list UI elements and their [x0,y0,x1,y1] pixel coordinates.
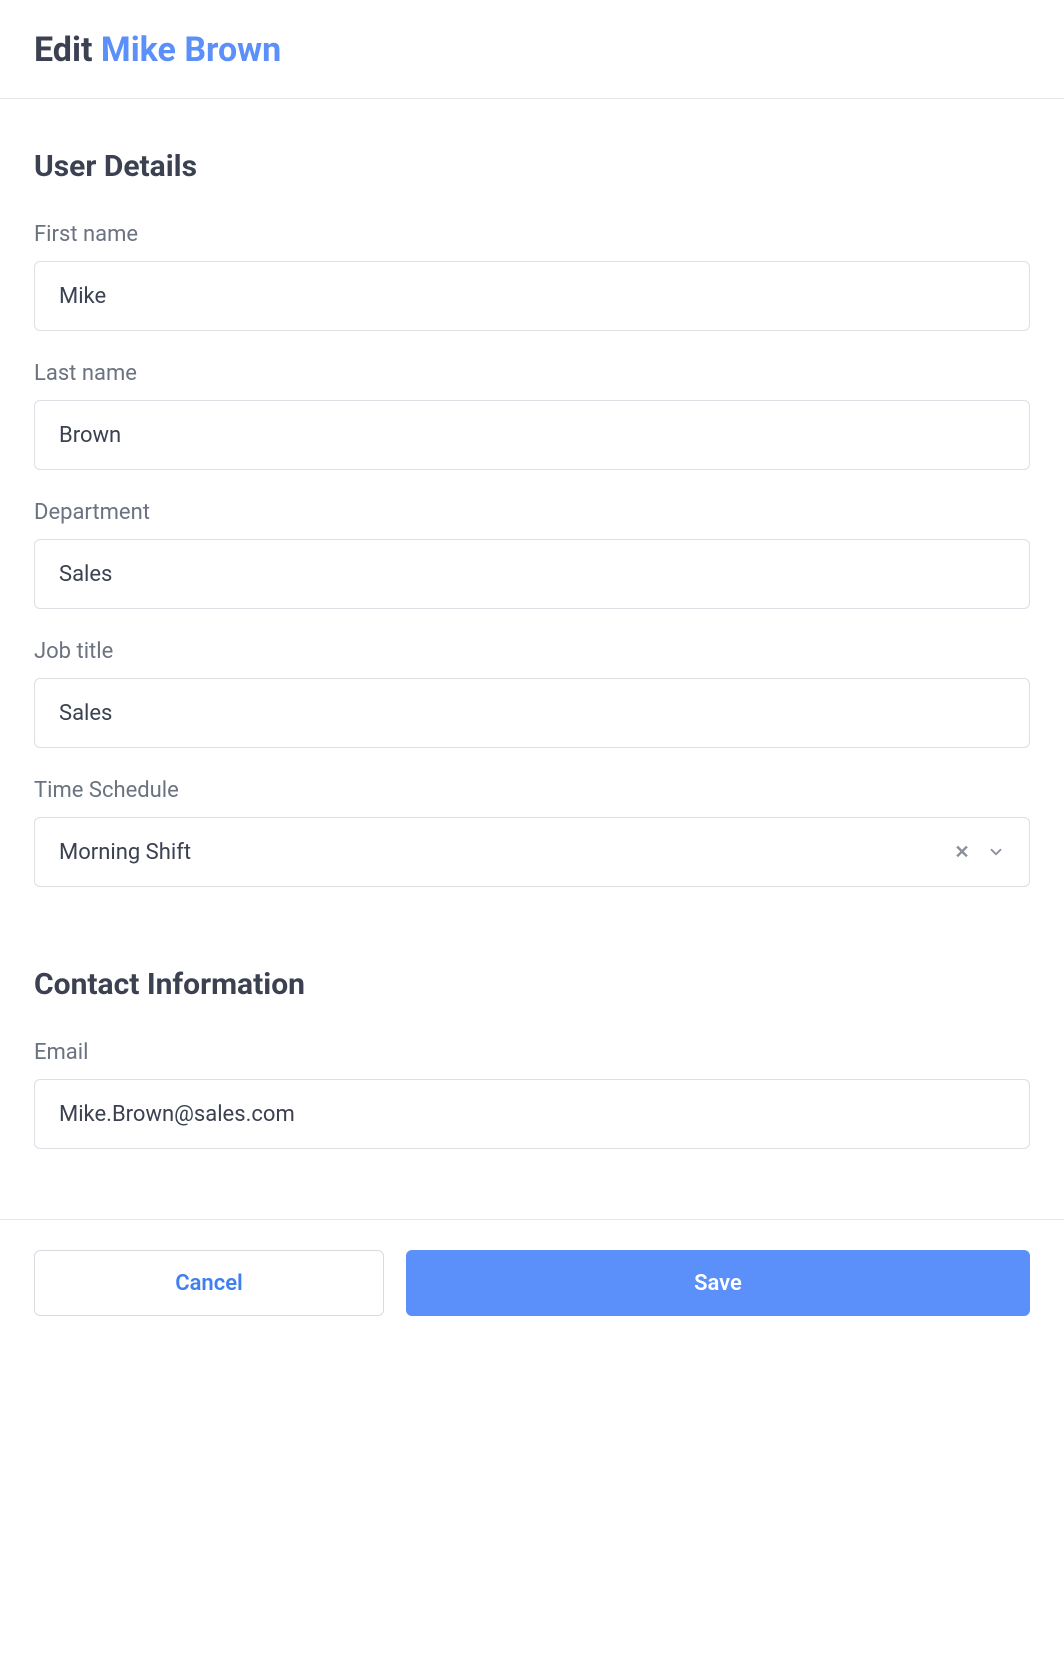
email-group: Email [34,1040,1030,1149]
job-title-input[interactable] [34,678,1030,748]
time-schedule-select[interactable]: Morning Shift [34,817,1030,887]
clear-icon[interactable]: ✕ [950,840,974,864]
title-user-link[interactable]: Mike Brown [101,30,281,70]
form-content: User Details First name Last name Depart… [0,99,1064,1219]
last-name-group: Last name [34,361,1030,470]
cancel-button[interactable]: Cancel [34,1250,384,1316]
user-details-heading: User Details [34,149,1030,184]
last-name-input[interactable] [34,400,1030,470]
time-schedule-label: Time Schedule [34,778,1030,803]
page-header: Edit Mike Brown [0,0,1064,99]
job-title-group: Job title [34,639,1030,748]
time-schedule-select-wrap: Morning Shift ✕ [34,817,1030,887]
email-input[interactable] [34,1079,1030,1149]
page-title: Edit Mike Brown [34,30,1030,70]
first-name-input[interactable] [34,261,1030,331]
department-input[interactable] [34,539,1030,609]
time-schedule-value: Morning Shift [59,840,191,865]
email-label: Email [34,1040,1030,1065]
footer-actions: Cancel Save [0,1219,1064,1346]
first-name-label: First name [34,222,1030,247]
job-title-label: Job title [34,639,1030,664]
last-name-label: Last name [34,361,1030,386]
contact-info-heading: Contact Information [34,967,1030,1002]
department-label: Department [34,500,1030,525]
title-prefix: Edit [34,30,92,70]
first-name-group: First name [34,222,1030,331]
time-schedule-group: Time Schedule Morning Shift ✕ [34,778,1030,887]
department-group: Department [34,500,1030,609]
save-button[interactable]: Save [406,1250,1030,1316]
